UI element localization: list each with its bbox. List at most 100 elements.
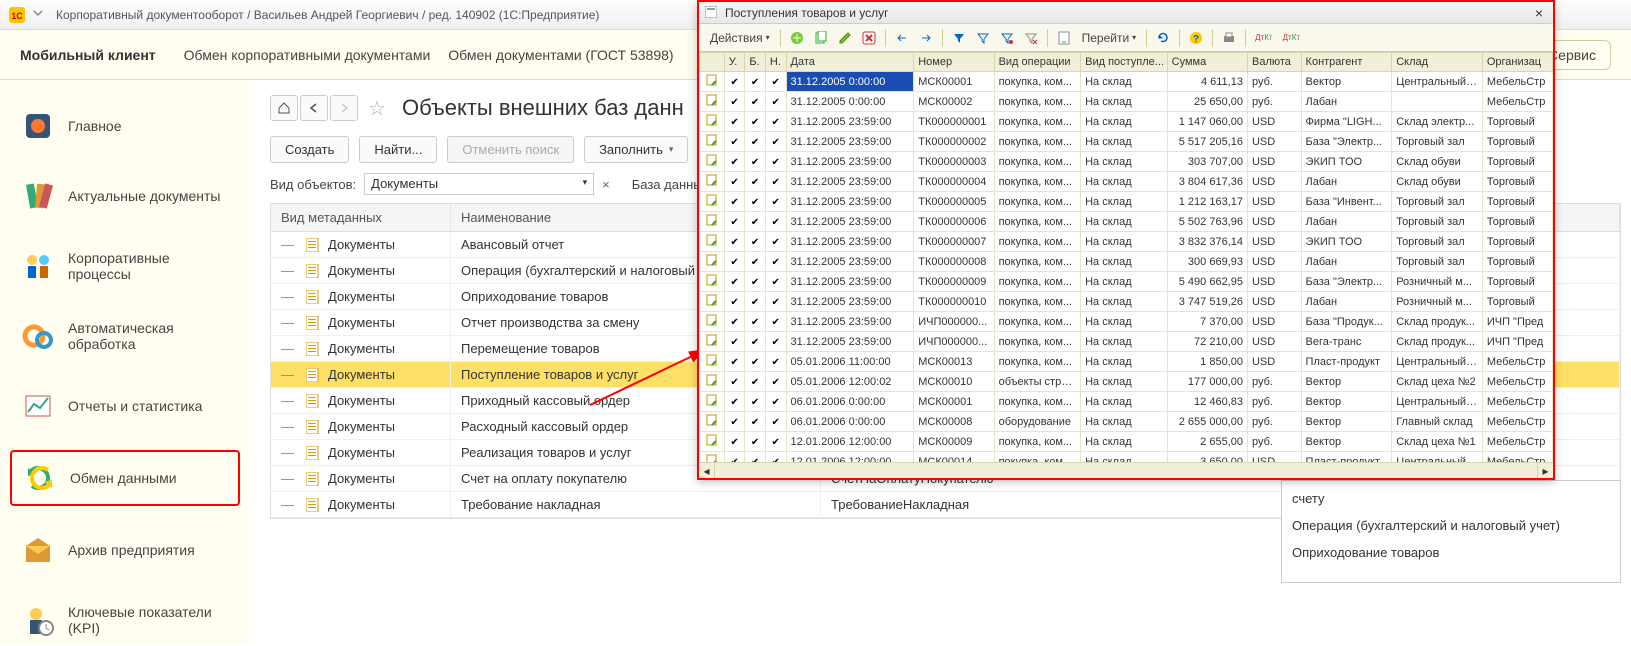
cell-org: МебельСтр bbox=[1482, 72, 1552, 92]
cell-check-b bbox=[745, 72, 766, 92]
popup-row[interactable]: 06.01.2006 0:00:00МСК00001покупка, ком..… bbox=[700, 392, 1553, 412]
find-next-icon[interactable] bbox=[915, 27, 937, 49]
popup-col-header[interactable]: Вид поступле... bbox=[1081, 53, 1168, 72]
popup-row[interactable]: 05.01.2006 12:00:02МСК00010объекты стро.… bbox=[700, 372, 1553, 392]
clear-obj-type-icon[interactable]: × bbox=[602, 177, 610, 192]
nav-link-exchange-gost[interactable]: Обмен документами (ГОСТ 53898) bbox=[448, 47, 673, 63]
popup-grid[interactable]: У.Б.Н.ДатаНомерВид операцииВид поступле.… bbox=[699, 52, 1553, 462]
popup-row[interactable]: 31.12.2005 23:59:00ТК000000004покупка, к… bbox=[700, 172, 1553, 192]
cell-org: Торговый bbox=[1482, 252, 1552, 272]
sidebar-item[interactable]: Отчеты и статистика bbox=[10, 380, 240, 432]
popup-col-header[interactable]: Валюта bbox=[1247, 53, 1301, 72]
popup-col-header[interactable]: Номер bbox=[914, 53, 994, 72]
cell-ka: База "Электр... bbox=[1301, 272, 1392, 292]
sidebar-item[interactable]: Корпоративные процессы bbox=[10, 240, 240, 292]
nav-home-button[interactable] bbox=[270, 95, 298, 121]
filter-1-icon[interactable] bbox=[948, 27, 970, 49]
sidebar-item[interactable]: Обмен данными bbox=[10, 450, 240, 506]
popup-row[interactable]: 31.12.2005 23:59:00ТК000000001покупка, к… bbox=[700, 112, 1553, 132]
cell-check-u bbox=[724, 312, 745, 332]
cell-org: Торговый bbox=[1482, 232, 1552, 252]
popup-col-header[interactable]: Вид операции bbox=[994, 53, 1081, 72]
sidebar-item[interactable]: Автоматическая обработка bbox=[10, 310, 240, 362]
popup-row[interactable]: 12.01.2006 12:00:00МСК00014покупка, ком.… bbox=[700, 452, 1553, 463]
fill-button[interactable]: Заполнить bbox=[584, 136, 688, 163]
popup-row[interactable]: 06.01.2006 0:00:00МСК00008оборудованиеНа… bbox=[700, 412, 1553, 432]
new-doc-icon[interactable] bbox=[1053, 27, 1075, 49]
popup-col-header[interactable]: Н. bbox=[765, 53, 786, 72]
goto-menu[interactable]: Перейти bbox=[1077, 27, 1142, 49]
popup-col-header[interactable]: Б. bbox=[745, 53, 766, 72]
popup-row[interactable]: 31.12.2005 0:00:00МСК00002покупка, ком..… bbox=[700, 92, 1553, 112]
dtkt-icon[interactable]: ДтКт bbox=[1251, 27, 1276, 49]
create-button[interactable]: Создать bbox=[270, 136, 349, 163]
sidebar-item-label: Корпоративные процессы bbox=[68, 250, 230, 282]
print-icon[interactable] bbox=[1218, 27, 1240, 49]
sidebar-item[interactable]: Ключевые показатели (KPI) bbox=[10, 594, 240, 646]
popup-row[interactable]: 05.01.2006 11:00:00МСК00013покупка, ком.… bbox=[700, 352, 1553, 372]
cell-check-b bbox=[745, 332, 766, 352]
cell-check-b bbox=[745, 432, 766, 452]
nav-back-button[interactable] bbox=[300, 95, 328, 121]
popup-col-header[interactable]: У. bbox=[724, 53, 745, 72]
nav-link-exchange-corp[interactable]: Обмен корпоративными документами bbox=[184, 47, 431, 63]
popup-row[interactable]: 31.12.2005 23:59:00ИЧП000000...покупка, … bbox=[700, 312, 1553, 332]
actions-menu[interactable]: Действия bbox=[705, 27, 775, 49]
scroll-left-icon[interactable]: ◂ bbox=[699, 463, 715, 478]
cancel-find-button[interactable]: Отменить поиск bbox=[447, 136, 574, 163]
add-icon[interactable] bbox=[786, 27, 808, 49]
popup-close-icon[interactable]: × bbox=[1531, 5, 1547, 21]
edit-icon[interactable] bbox=[834, 27, 856, 49]
popup-row[interactable]: 31.12.2005 0:00:00МСК00001покупка, ком..… bbox=[700, 72, 1553, 92]
favorite-star-icon[interactable]: ☆ bbox=[368, 96, 392, 120]
cell-ka: Фирма "LIGH... bbox=[1301, 112, 1392, 132]
cell-num: МСК00002 bbox=[914, 92, 994, 112]
copy-icon[interactable] bbox=[810, 27, 832, 49]
popup-row[interactable]: 31.12.2005 23:59:00ТК000000010покупка, к… bbox=[700, 292, 1553, 312]
popup-h-scrollbar[interactable]: ◂ ▸ bbox=[699, 462, 1553, 478]
nav-forward-button[interactable] bbox=[330, 95, 358, 121]
cell-meta: —Документы bbox=[271, 362, 451, 387]
popup-row[interactable]: 12.01.2006 12:00:00МСК00009покупка, ком.… bbox=[700, 432, 1553, 452]
popup-row[interactable]: 31.12.2005 23:59:00ТК000000009покупка, к… bbox=[700, 272, 1553, 292]
col-meta-header[interactable]: Вид метаданных bbox=[271, 204, 451, 231]
popup-row[interactable]: 31.12.2005 23:59:00ТК000000007покупка, к… bbox=[700, 232, 1553, 252]
help-icon[interactable]: ? bbox=[1185, 27, 1207, 49]
popup-titlebar[interactable]: Поступления товаров и услуг × bbox=[699, 2, 1553, 24]
popup-col-header[interactable]: Дата bbox=[786, 53, 914, 72]
scroll-right-icon[interactable]: ▸ bbox=[1537, 463, 1553, 478]
filter-3-icon[interactable] bbox=[996, 27, 1018, 49]
sidebar-item[interactable]: Актуальные документы bbox=[10, 170, 240, 222]
popup-col-header[interactable]: Организац bbox=[1482, 53, 1552, 72]
find-prev-icon[interactable] bbox=[891, 27, 913, 49]
popup-row[interactable]: 31.12.2005 23:59:00ТК000000003покупка, к… bbox=[700, 152, 1553, 172]
right-panel-item[interactable]: Операция (бухгалтерский и налоговый учет… bbox=[1292, 518, 1610, 533]
popup-col-header[interactable]: Контрагент bbox=[1301, 53, 1392, 72]
refresh-icon[interactable] bbox=[1152, 27, 1174, 49]
delete-icon[interactable] bbox=[858, 27, 880, 49]
cell-check-u bbox=[724, 152, 745, 172]
app-menu-dropdown-icon[interactable] bbox=[32, 7, 48, 23]
sidebar-item[interactable]: Архив предприятия bbox=[10, 524, 240, 576]
filter-2-icon[interactable] bbox=[972, 27, 994, 49]
obj-type-select[interactable]: Документы bbox=[364, 173, 594, 195]
find-button[interactable]: Найти... bbox=[359, 136, 437, 163]
popup-row[interactable]: 31.12.2005 23:59:00ТК000000008покупка, к… bbox=[700, 252, 1553, 272]
popup-row[interactable]: 31.12.2005 23:59:00ТК000000002покупка, к… bbox=[700, 132, 1553, 152]
right-panel-item[interactable]: Оприходование товаров bbox=[1292, 545, 1610, 560]
cell-org: МебельСтр bbox=[1482, 432, 1552, 452]
popup-row[interactable]: 31.12.2005 23:59:00ТК000000006покупка, к… bbox=[700, 212, 1553, 232]
right-panel-item[interactable]: счету bbox=[1292, 491, 1610, 506]
cell-num: ТК000000005 bbox=[914, 192, 994, 212]
popup-col-header[interactable] bbox=[700, 53, 725, 72]
popup-row[interactable]: 31.12.2005 23:59:00ТК000000005покупка, к… bbox=[700, 192, 1553, 212]
obj-type-value: Документы bbox=[371, 176, 438, 191]
popup-col-header[interactable]: Сумма bbox=[1167, 53, 1247, 72]
popup-col-header[interactable]: Склад bbox=[1392, 53, 1483, 72]
cell-icon bbox=[700, 392, 725, 412]
dtkt2-icon[interactable]: ДтКт bbox=[1279, 27, 1304, 49]
sidebar-item[interactable]: Главное bbox=[10, 100, 240, 152]
filter-clear-icon[interactable] bbox=[1020, 27, 1042, 49]
popup-row[interactable]: 31.12.2005 23:59:00ИЧП000000...покупка, … bbox=[700, 332, 1553, 352]
cell-op: покупка, ком... bbox=[994, 352, 1081, 372]
